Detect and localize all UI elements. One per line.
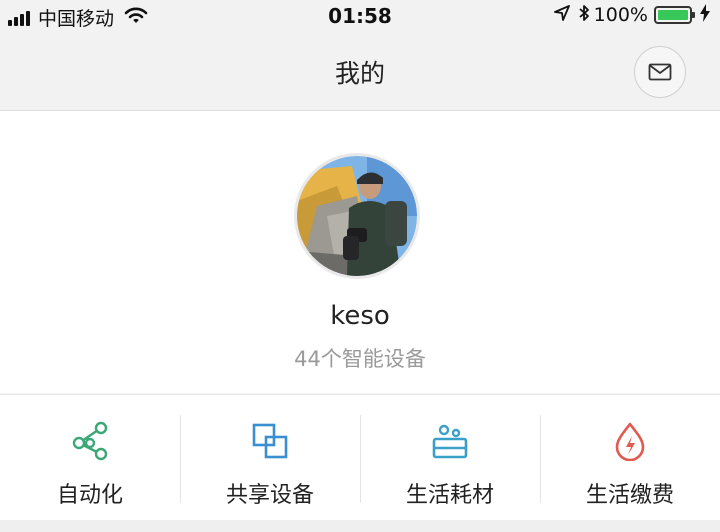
bill-payment-label: 生活缴费	[585, 483, 674, 508]
shared-devices-label: 共享设备	[225, 483, 314, 508]
avatar-photo	[297, 156, 417, 276]
avatar[interactable]	[294, 153, 420, 279]
battery-icon	[654, 6, 695, 24]
consumables-label: 生活耗材	[405, 483, 494, 508]
automation-button[interactable]: 自动化	[0, 395, 180, 521]
nav-bar: 我的	[0, 34, 720, 111]
consumables-icon	[432, 424, 468, 459]
profile-section: keso 44个智能设备	[0, 111, 720, 393]
shared-devices-icon	[252, 423, 288, 459]
status-bar: 中国移动 01:58 100%	[0, 0, 720, 34]
bottom-divider	[0, 520, 720, 532]
status-right: 100%	[553, 4, 710, 26]
bill-payment-icon	[615, 422, 645, 461]
battery-fill	[658, 10, 688, 20]
device-count[interactable]: 44个智能设备	[0, 343, 720, 373]
bluetooth-icon	[578, 4, 590, 26]
automation-nodes-icon	[72, 421, 108, 461]
charging-icon	[700, 4, 710, 26]
page-title: 我的	[334, 59, 385, 88]
action-grid: 自动化 共享设备 生活耗材 生活缴费	[0, 394, 720, 521]
username: keso	[330, 301, 390, 331]
automation-label: 自动化	[56, 483, 123, 508]
location-arrow-icon	[553, 5, 570, 25]
shared-devices-button[interactable]: 共享设备	[180, 395, 360, 521]
consumables-button[interactable]: 生活耗材	[360, 395, 540, 521]
bill-payment-button[interactable]: 生活缴费	[540, 395, 720, 521]
messages-button[interactable]	[634, 46, 686, 98]
battery-percent: 100%	[593, 4, 648, 26]
mail-icon	[648, 63, 672, 81]
